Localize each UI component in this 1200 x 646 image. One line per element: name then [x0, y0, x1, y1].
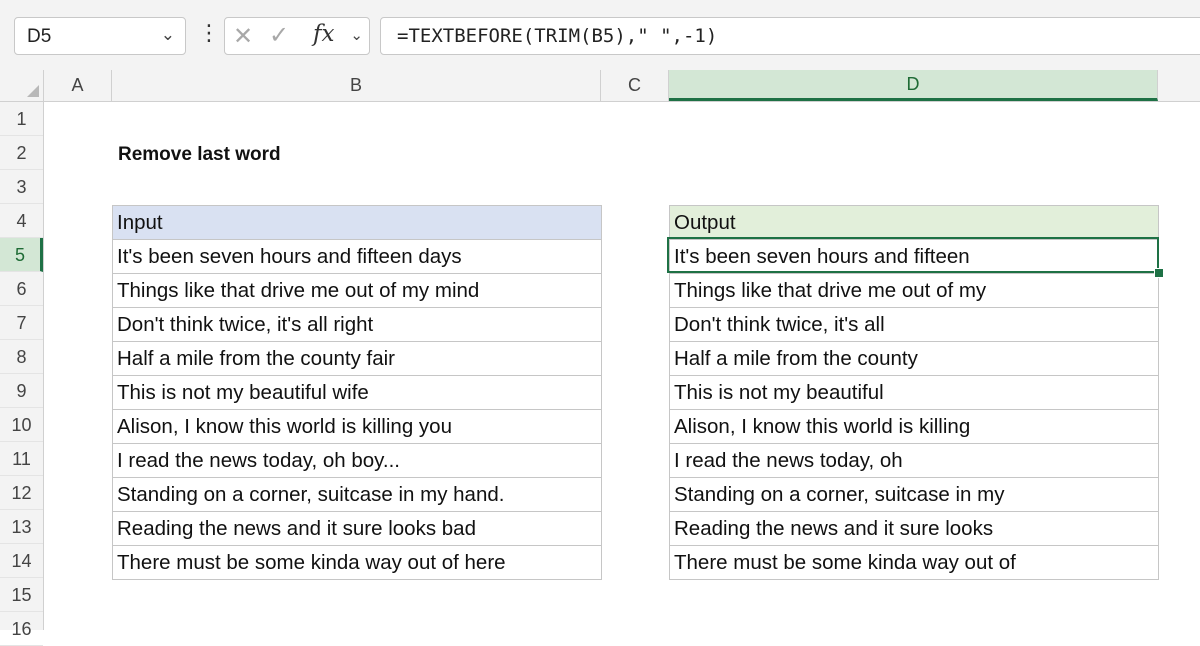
row-header[interactable]: 1 [0, 102, 43, 136]
cancel-icon[interactable]: ✕ [233, 22, 253, 51]
input-cell[interactable]: Alison, I know this world is killing you [112, 409, 602, 444]
row-header[interactable]: 12 [0, 476, 43, 510]
select-all-button[interactable] [0, 70, 44, 101]
more-options-icon[interactable]: ⋮ [198, 20, 220, 46]
input-cell[interactable]: Things like that drive me out of my mind [112, 273, 602, 308]
column-headers: A B C D [0, 70, 1200, 102]
name-box-value: D5 [27, 26, 52, 47]
row-header[interactable]: 16 [0, 612, 43, 646]
chevron-down-icon[interactable]: ⌄ [350, 26, 363, 44]
output-cell[interactable]: I read the news today, oh [669, 443, 1159, 478]
formula-bar: D5 ⌄ ⋮ ✕ ✓ fx ⌄ =TEXTBEFORE(TRIM(B5)," "… [0, 0, 1200, 70]
input-cell[interactable]: I read the news today, oh boy... [112, 443, 602, 478]
input-cell[interactable]: It's been seven hours and fifteen days [112, 239, 602, 274]
row-header-active[interactable]: 5 [0, 238, 43, 272]
row-header[interactable]: 4 [0, 204, 43, 238]
row-header[interactable]: 13 [0, 510, 43, 544]
insert-function-icon[interactable]: fx [313, 21, 334, 47]
input-cell[interactable]: Don't think twice, it's all right [112, 307, 602, 342]
column-header-d[interactable]: D [669, 70, 1158, 101]
input-table: Input It's been seven hours and fifteen … [112, 205, 602, 580]
input-cell[interactable]: Half a mile from the county fair [112, 341, 602, 376]
column-header-c[interactable]: C [601, 70, 669, 101]
row-header[interactable]: 2 [0, 136, 43, 170]
column-header-a[interactable]: A [44, 70, 112, 101]
row-header[interactable]: 10 [0, 408, 43, 442]
row-header[interactable]: 9 [0, 374, 43, 408]
fill-handle[interactable] [1154, 268, 1164, 278]
input-header-cell[interactable]: Input [112, 205, 602, 240]
input-cell[interactable]: There must be some kinda way out of here [112, 545, 602, 580]
output-cell[interactable]: Don't think twice, it's all [669, 307, 1159, 342]
check-icon[interactable]: ✓ [269, 21, 289, 50]
column-header-b[interactable]: B [112, 70, 601, 101]
output-table: Output It's been seven hours and fifteen… [669, 205, 1159, 580]
row-header[interactable]: 11 [0, 442, 43, 476]
sheet-title[interactable]: Remove last word [118, 144, 281, 166]
output-cell[interactable]: Things like that drive me out of my [669, 273, 1159, 308]
row-headers: 1 2 3 4 5 6 7 8 9 10 11 12 13 14 15 16 [0, 102, 44, 646]
row-header[interactable]: 14 [0, 544, 43, 578]
output-cell-selected[interactable]: It's been seven hours and fifteen [669, 239, 1159, 274]
formula-input[interactable]: =TEXTBEFORE(TRIM(B5)," ",-1) [380, 17, 1200, 55]
chevron-down-icon[interactable]: ⌄ [161, 25, 175, 45]
row-header[interactable]: 3 [0, 170, 43, 204]
select-all-icon [27, 85, 39, 97]
output-cell[interactable]: Alison, I know this world is killing [669, 409, 1159, 444]
output-cell[interactable]: There must be some kinda way out of [669, 545, 1159, 580]
name-box[interactable]: D5 ⌄ [14, 17, 186, 55]
input-cell[interactable]: This is not my beautiful wife [112, 375, 602, 410]
row-header[interactable]: 15 [0, 578, 43, 612]
output-cell[interactable]: Half a mile from the county [669, 341, 1159, 376]
row-header[interactable]: 8 [0, 340, 43, 374]
formula-controls: ✕ ✓ fx ⌄ [224, 17, 370, 55]
output-header-cell[interactable]: Output [669, 205, 1159, 240]
output-cell[interactable]: This is not my beautiful [669, 375, 1159, 410]
output-cell[interactable]: Standing on a corner, suitcase in my [669, 477, 1159, 512]
output-cell[interactable]: Reading the news and it sure looks [669, 511, 1159, 546]
row-header[interactable]: 6 [0, 272, 43, 306]
input-cell[interactable]: Standing on a corner, suitcase in my han… [112, 477, 602, 512]
formula-text: =TEXTBEFORE(TRIM(B5)," ",-1) [397, 25, 718, 47]
input-cell[interactable]: Reading the news and it sure looks bad [112, 511, 602, 546]
row-header[interactable]: 7 [0, 306, 43, 340]
